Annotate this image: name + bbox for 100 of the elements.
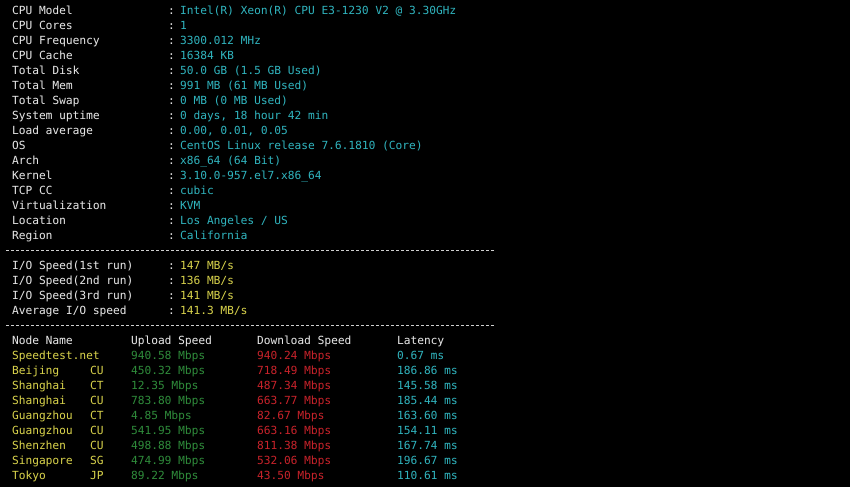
download-speed: 43.50 Mbps xyxy=(257,469,324,482)
download-speed: 811.38 Mbps xyxy=(257,439,332,452)
upload-speed: 498.88 Mbps xyxy=(131,439,206,452)
info-label: Average I/O speed xyxy=(12,304,127,317)
info-value: x86_64 (64 Bit) xyxy=(180,153,282,168)
latency: 110.61 ms xyxy=(397,468,458,483)
column-header: Download Speed xyxy=(257,334,352,347)
separator-colon: : xyxy=(168,19,175,32)
upload-speed: 450.32 Mbps xyxy=(131,364,206,377)
node-name: Shanghai xyxy=(12,379,66,392)
isp-code: CT xyxy=(90,378,104,393)
isp-code: CU xyxy=(90,363,104,378)
info-value: 147 MB/s xyxy=(180,258,234,273)
column-header: Latency xyxy=(397,334,444,347)
info-label: Load average xyxy=(12,124,93,137)
info-value: 1 xyxy=(180,18,187,33)
separator-colon: : xyxy=(168,304,175,317)
isp-code: SG xyxy=(90,453,104,468)
info-value: 3.10.0-957.el7.x86_64 xyxy=(180,168,322,183)
separator-colon: : xyxy=(168,289,175,302)
separator-colon: : xyxy=(168,49,175,62)
info-label: I/O Speed(1st run) xyxy=(12,259,134,272)
separator-colon: : xyxy=(168,139,175,152)
download-speed: 663.77 Mbps xyxy=(257,394,332,407)
separator-colon: : xyxy=(168,214,175,227)
separator-colon: : xyxy=(168,169,175,182)
latency: 0.67 ms xyxy=(397,348,444,363)
isp-code: CT xyxy=(90,408,104,423)
separator-colon: : xyxy=(168,124,175,137)
upload-speed: 940.58 Mbps xyxy=(131,349,206,362)
info-value: California xyxy=(180,228,248,243)
info-label: OS xyxy=(12,139,26,152)
download-speed: 82.67 Mbps xyxy=(257,409,324,422)
info-value: 50.0 GB (1.5 GB Used) xyxy=(180,63,322,78)
upload-speed: 12.35 Mbps xyxy=(131,379,198,392)
node-name: Guangzhou xyxy=(12,409,73,422)
separator-colon: : xyxy=(168,4,175,17)
download-speed: 487.34 Mbps xyxy=(257,379,332,392)
separator-colon: : xyxy=(168,274,175,287)
upload-speed: 474.99 Mbps xyxy=(131,454,206,467)
download-speed: 940.24 Mbps xyxy=(257,349,332,362)
info-label: Total Mem xyxy=(12,79,73,92)
node-name: Shanghai xyxy=(12,394,66,407)
node-name: Shenzhen xyxy=(12,439,66,452)
info-label: TCP CC xyxy=(12,184,52,197)
separator-colon: : xyxy=(168,184,175,197)
node-name: Speedtest.net xyxy=(12,349,100,362)
separator-colon: : xyxy=(168,199,175,212)
latency: 154.11 ms xyxy=(397,423,458,438)
separator-colon: : xyxy=(168,34,175,47)
latency: 167.74 ms xyxy=(397,438,458,453)
node-name: Tokyo xyxy=(12,469,46,482)
column-header: Node Name xyxy=(12,334,73,347)
column-header: Upload Speed xyxy=(131,334,212,347)
info-label: CPU Cache xyxy=(12,49,73,62)
isp-code: CU xyxy=(90,438,104,453)
latency: 186.86 ms xyxy=(397,363,458,378)
latency: 185.44 ms xyxy=(397,393,458,408)
info-label: CPU Cores xyxy=(12,19,73,32)
node-name: Singapore xyxy=(12,454,73,467)
download-speed: 532.06 Mbps xyxy=(257,454,332,467)
info-value: Intel(R) Xeon(R) CPU E3-1230 V2 @ 3.30GHz xyxy=(180,3,456,18)
info-value: 136 MB/s xyxy=(180,273,234,288)
upload-speed: 541.95 Mbps xyxy=(131,424,206,437)
separator-colon: : xyxy=(168,229,175,242)
node-name: Beijing xyxy=(12,364,60,377)
download-speed: 718.49 Mbps xyxy=(257,364,332,377)
separator-colon: : xyxy=(168,64,175,77)
info-value: KVM xyxy=(180,198,200,213)
info-value: 991 MB (61 MB Used) xyxy=(180,78,308,93)
info-label: Arch xyxy=(12,154,39,167)
info-label: Location xyxy=(12,214,66,227)
info-value: 0 days, 18 hour 42 min xyxy=(180,108,328,123)
info-value: 16384 KB xyxy=(180,48,234,63)
info-label: I/O Speed(2nd run) xyxy=(12,274,134,287)
info-label: Total Disk xyxy=(12,64,80,77)
info-label: System uptime xyxy=(12,109,100,122)
latency: 145.58 ms xyxy=(397,378,458,393)
info-value: 0 MB (0 MB Used) xyxy=(180,93,288,108)
separator-colon: : xyxy=(168,94,175,107)
separator-colon: : xyxy=(168,109,175,122)
separator-colon: : xyxy=(168,259,175,272)
info-value: 3300.012 MHz xyxy=(180,33,261,48)
separator-colon: : xyxy=(168,154,175,167)
info-label: I/O Speed(3rd run) xyxy=(12,289,134,302)
info-value: 141 MB/s xyxy=(180,288,234,303)
info-value: CentOS Linux release 7.6.1810 (Core) xyxy=(180,138,422,153)
info-label: Kernel xyxy=(12,169,52,182)
isp-code: JP xyxy=(90,468,104,483)
info-label: Total Swap xyxy=(12,94,80,107)
isp-code: CU xyxy=(90,423,104,438)
isp-code: CU xyxy=(90,393,104,408)
info-value: cubic xyxy=(180,183,214,198)
download-speed: 663.16 Mbps xyxy=(257,424,332,437)
info-label: Region xyxy=(12,229,52,242)
info-value: 0.00, 0.01, 0.05 xyxy=(180,123,288,138)
separator-colon: : xyxy=(168,79,175,92)
upload-speed: 89.22 Mbps xyxy=(131,469,198,482)
info-label: CPU Model xyxy=(12,4,73,17)
info-value: 141.3 MB/s xyxy=(180,303,248,318)
